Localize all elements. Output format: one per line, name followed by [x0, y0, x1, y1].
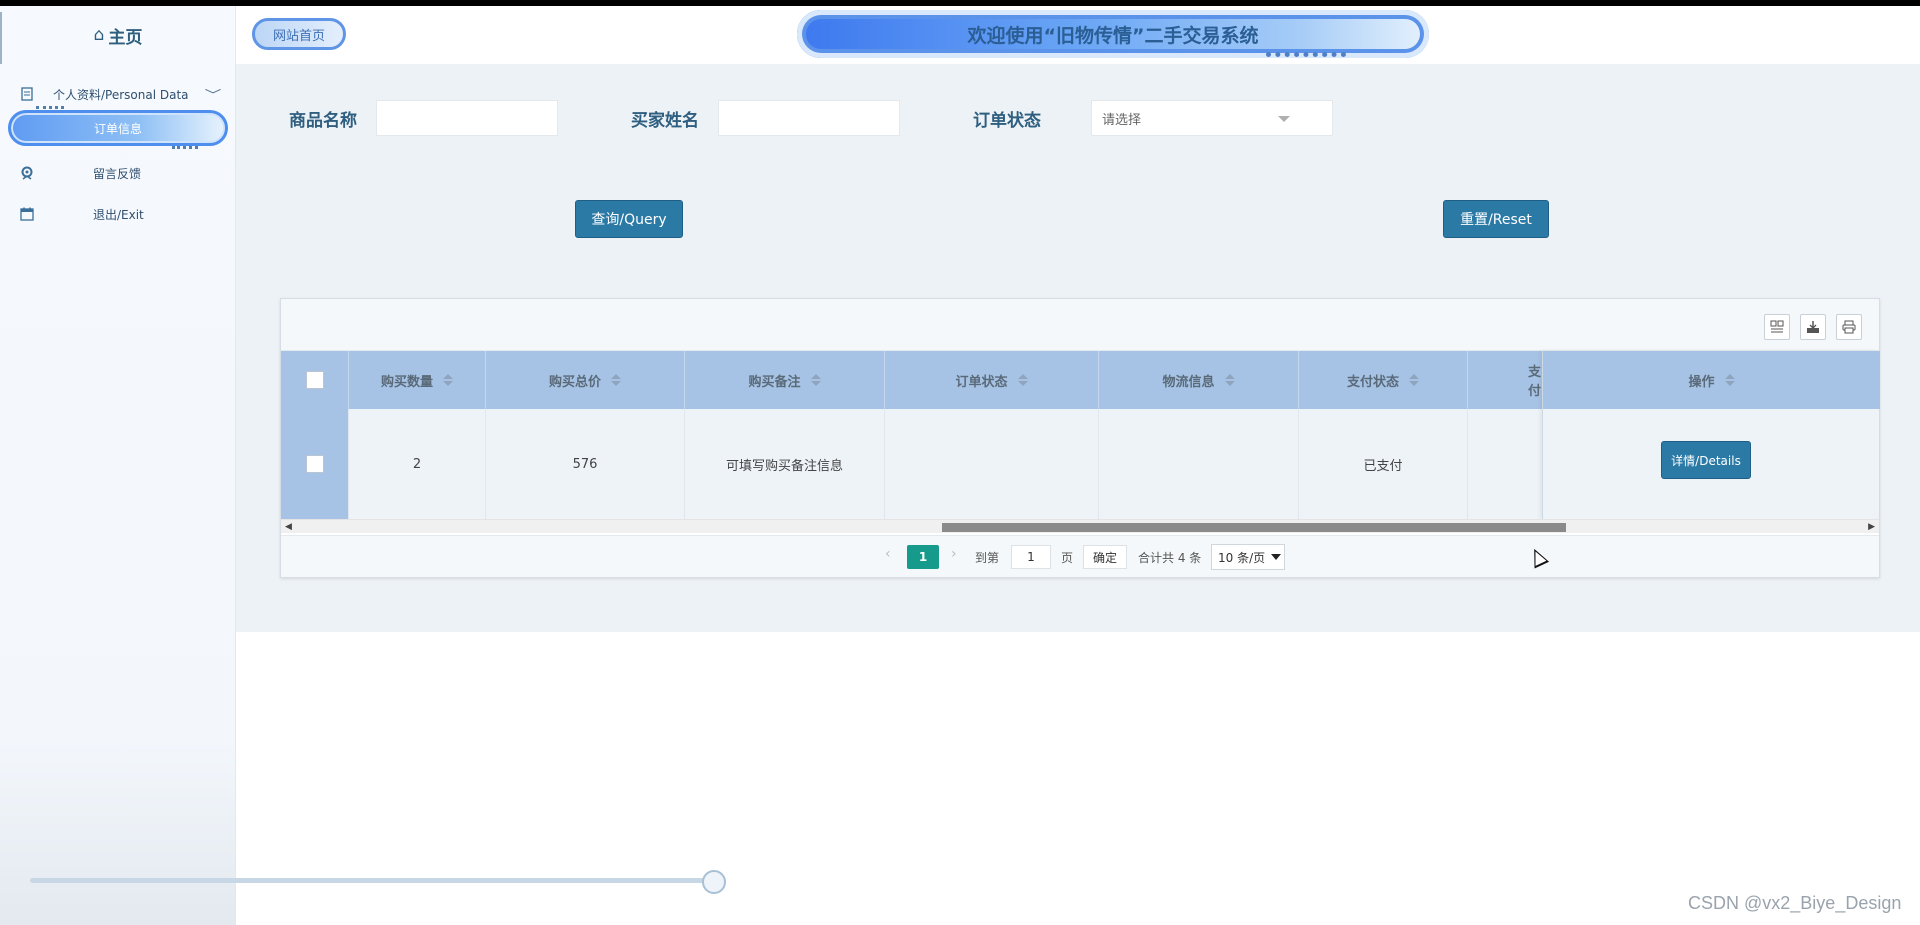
cell-text: 已支付	[1363, 458, 1403, 474]
table-toolbar	[281, 299, 1879, 351]
sort-icon[interactable]	[1724, 374, 1735, 386]
sort-icon[interactable]	[1409, 374, 1419, 386]
cell-partial	[1468, 409, 1542, 519]
cell-total-price: 576	[486, 409, 685, 519]
product-name-input[interactable]	[376, 100, 558, 136]
column-header[interactable]: 购买总价	[486, 351, 685, 409]
column-header[interactable]: 支付	[1468, 351, 1542, 409]
select-placeholder: 请选择	[1102, 112, 1142, 128]
order-status-label: 订单状态	[973, 111, 1041, 131]
page-title-banner: 欢迎使用“旧物传情”二手交易系统	[797, 10, 1429, 58]
site-home-link[interactable]: 网站首页	[252, 18, 346, 50]
goto-confirm-button[interactable]: 确定	[1083, 545, 1127, 569]
media-progress-handle[interactable]	[702, 870, 726, 894]
columns-filter-icon[interactable]	[1764, 314, 1790, 340]
cell-text: 576	[572, 456, 598, 472]
home-label: 主页	[108, 27, 143, 48]
chevron-down-icon	[1278, 116, 1290, 122]
prev-page-icon[interactable]: ‹	[885, 546, 891, 562]
buyer-name-label: 买家姓名	[631, 111, 699, 131]
page-unit-label: 页	[1061, 551, 1074, 565]
horizontal-scrollbar[interactable]: ◀ ▶	[281, 519, 1879, 533]
column-header-label: 购买总价	[548, 374, 601, 390]
cell-order-status	[885, 409, 1099, 519]
cell-text: 可填写购买备注信息	[725, 458, 843, 474]
next-page-icon[interactable]: ›	[951, 546, 957, 562]
column-header[interactable]: 订单状态	[885, 351, 1099, 409]
sidebar-home-link[interactable]: ⌂ 主页	[0, 6, 236, 64]
current-page-button[interactable]: 1	[907, 545, 939, 569]
site-home-label: 网站首页	[272, 28, 325, 44]
product-name-label: 商品名称	[289, 111, 357, 131]
watermark: CSDN @vx2_Biye_Design	[1688, 893, 1902, 913]
scroll-right-icon[interactable]: ▶	[1868, 520, 1875, 534]
home-icon: ⌂	[93, 25, 105, 45]
sidebar: ⌂ 主页 个人资料/Personal Data ﹀ 订单信息 留言反馈 退出/E…	[0, 6, 726, 925]
sort-icon[interactable]	[1224, 374, 1235, 386]
select-all-cell	[281, 351, 349, 409]
decor-dots	[36, 106, 64, 109]
column-header-label: 物流信息	[1162, 374, 1215, 390]
sidebar-item-label: 留言反馈	[93, 166, 142, 181]
cell-text: 2	[412, 456, 422, 472]
page-size-select[interactable]: 10 条/页	[1211, 544, 1285, 570]
sort-icon[interactable]	[611, 374, 621, 386]
cell-pay-status: 已支付	[1299, 409, 1468, 519]
column-header-label: 操作	[1688, 374, 1715, 390]
goto-page-input[interactable]: 1	[1011, 545, 1051, 569]
scroll-left-icon[interactable]: ◀	[285, 520, 292, 534]
cell-remark: 可填写购买备注信息	[685, 409, 885, 519]
fixed-operation-column: 操作 详情/Details	[1542, 351, 1880, 519]
media-progress-track[interactable]	[30, 878, 716, 883]
buyer-name-input[interactable]	[718, 100, 900, 136]
cell-logistics	[1099, 409, 1299, 519]
scrollbar-thumb[interactable]	[942, 523, 1566, 532]
cell-quantity: 2	[349, 409, 486, 519]
sort-icon[interactable]	[443, 374, 453, 386]
feedback-icon	[20, 166, 34, 180]
select-all-checkbox[interactable]	[305, 371, 324, 389]
sort-icon[interactable]	[1017, 374, 1028, 386]
sidebar-item-order-info[interactable]: 订单信息	[8, 110, 228, 146]
order-status-select[interactable]: 请选择	[1091, 100, 1333, 136]
chevron-down-icon: ﹀	[204, 87, 222, 102]
pagination: ‹ 1 › 到第 1 页 确定 合计共 4 条 10 条/页	[281, 535, 1879, 577]
sidebar-item-feedback[interactable]: 留言反馈	[0, 159, 236, 187]
sidebar-item-exit[interactable]: 退出/Exit	[0, 200, 236, 228]
column-header[interactable]: 购买备注	[685, 351, 885, 409]
column-header[interactable]: 操作	[1543, 351, 1880, 409]
column-header[interactable]: 购买数量	[349, 351, 486, 409]
page-title: 欢迎使用“旧物传情”二手交易系统	[967, 24, 1259, 47]
details-button[interactable]: 详情/Details	[1661, 441, 1751, 479]
decor-dots	[172, 146, 198, 149]
print-icon[interactable]	[1836, 314, 1862, 340]
column-header-label: 支付状态	[1346, 374, 1399, 390]
row-select-cell	[281, 409, 349, 519]
column-header[interactable]: 物流信息	[1099, 351, 1299, 409]
column-header-label: 支付	[1528, 365, 1542, 399]
sidebar-item-label: 个人资料/Personal Data	[53, 87, 189, 102]
row-checkbox[interactable]	[305, 455, 324, 473]
sidebar-item-label: 退出/Exit	[93, 207, 144, 222]
column-header[interactable]: 支付状态	[1299, 351, 1468, 409]
sidebar-item-personal-data[interactable]: 个人资料/Personal Data ﹀	[0, 80, 236, 108]
column-header-label: 购买备注	[748, 374, 801, 390]
table-row: 2 576 可填写购买备注信息 已支付	[281, 409, 1542, 519]
column-header-label: 购买数量	[380, 374, 433, 390]
table-panel: 购买数量 购买总价 购买备注 订单状态 物流信息 支付状态 支付 2 576 可…	[280, 298, 1880, 578]
chevron-down-icon	[1271, 554, 1282, 560]
goto-label: 到第	[975, 551, 1000, 565]
table-header-row: 购买数量 购买总价 购买备注 订单状态 物流信息 支付状态 支付	[281, 351, 1542, 409]
export-icon[interactable]	[1800, 314, 1826, 340]
document-icon	[20, 87, 34, 101]
decor-dots	[1266, 52, 1346, 57]
page-size-value: 10 条/页	[1218, 550, 1266, 565]
calendar-icon	[20, 207, 34, 221]
reset-button[interactable]: 重置/Reset	[1443, 200, 1549, 238]
sort-icon[interactable]	[810, 374, 821, 386]
total-count: 合计共 4 条	[1138, 551, 1202, 565]
query-button[interactable]: 查询/Query	[575, 200, 683, 238]
column-header-label: 订单状态	[955, 374, 1008, 390]
sidebar-item-label: 订单信息	[93, 121, 142, 136]
